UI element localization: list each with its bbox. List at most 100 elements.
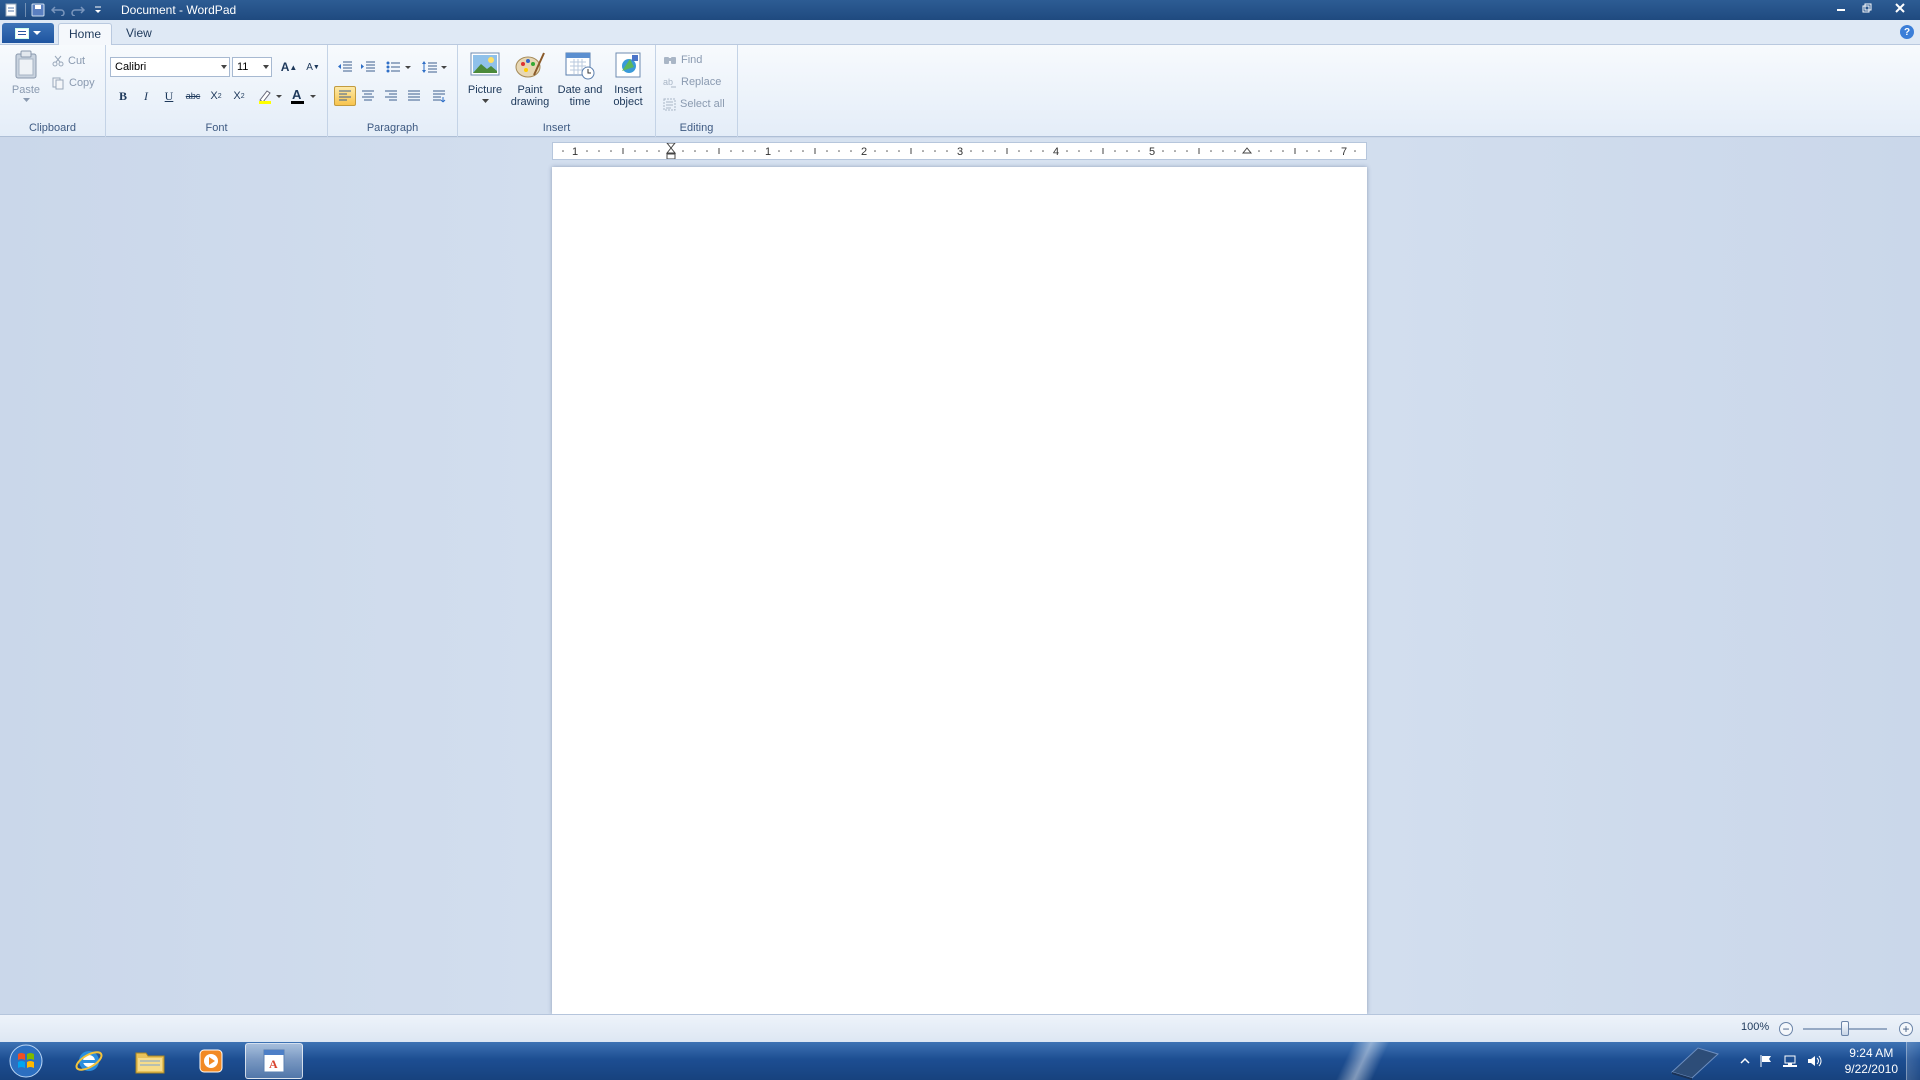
ruler-tick [1066, 150, 1068, 152]
ruler-number: 7 [1341, 146, 1347, 158]
italic-button[interactable]: I [135, 86, 157, 106]
ruler-number: 4 [1053, 146, 1059, 158]
bullets-button[interactable] [383, 57, 415, 77]
save-icon[interactable] [29, 2, 47, 18]
replace-button[interactable]: ab Replace [662, 73, 722, 91]
speaker-icon[interactable] [1807, 1054, 1823, 1068]
picture-button[interactable]: Picture [463, 49, 507, 119]
select-all-button[interactable]: Select all [662, 95, 726, 113]
right-indent-marker[interactable] [1241, 147, 1253, 154]
ruler-tick [742, 150, 744, 152]
tab-home[interactable]: Home [58, 23, 113, 46]
help-icon[interactable]: ? [1900, 25, 1914, 39]
minimize-icon[interactable] [1828, 0, 1854, 16]
status-bar: 100% − + [0, 1014, 1920, 1042]
application-menu-button[interactable] [2, 23, 54, 43]
insert-object-button[interactable]: Insert object [606, 49, 650, 119]
ruler-tick [1030, 150, 1032, 152]
clipboard-group-label: Clipboard [28, 122, 77, 134]
font-color-letter: A [292, 87, 302, 102]
find-button[interactable]: Find [662, 51, 703, 69]
ruler-tick [706, 150, 708, 152]
ruler-tick [682, 150, 684, 152]
ruler-tick [982, 150, 984, 152]
taskbar-glare [1290, 1042, 1430, 1080]
start-button[interactable] [6, 1044, 46, 1078]
cut-button[interactable]: Cut [51, 52, 86, 70]
font-color-button[interactable]: A [288, 86, 320, 106]
replace-icon: ab [663, 77, 676, 88]
justify-button[interactable] [403, 86, 425, 106]
tab-view[interactable]: View [116, 23, 162, 45]
paint-drawing-button[interactable]: Paint drawing [508, 49, 552, 119]
shrink-font-button[interactable]: A ▼ [302, 57, 324, 77]
paint-icon [515, 52, 545, 78]
find-label: Find [681, 54, 703, 66]
show-hidden-icons-chevron-icon[interactable] [1740, 1056, 1750, 1066]
taskbar-media-player[interactable] [182, 1043, 240, 1079]
customize-qat-icon[interactable] [89, 2, 107, 18]
ruler-tick [1126, 150, 1128, 152]
font-color-icon: A [291, 87, 316, 104]
copy-button[interactable]: Copy [51, 74, 96, 92]
superscript-button[interactable]: X2 [228, 86, 250, 106]
editing-group-label: Editing [679, 122, 714, 134]
grow-font-button[interactable]: A ▲ [278, 57, 300, 77]
taskbar-file-explorer[interactable] [121, 1043, 179, 1079]
ruler-tick [1138, 150, 1140, 152]
flag-icon[interactable] [1759, 1054, 1773, 1068]
undo-icon[interactable] [49, 2, 67, 18]
ruler-tick [1258, 150, 1260, 152]
increase-indent-icon [361, 61, 375, 72]
date-and-time-button[interactable]: Date and time [555, 49, 605, 119]
taskbar-wordpad[interactable]: A [245, 1043, 303, 1079]
zoom-in-button[interactable]: + [1899, 1022, 1913, 1036]
media-player-icon [199, 1049, 223, 1073]
ruler-tick [1306, 150, 1308, 152]
paragraph-dialog-button[interactable] [428, 86, 450, 106]
highlight-color-button[interactable] [254, 86, 286, 106]
font-size-combo[interactable]: 11 [232, 57, 272, 77]
font-family-value: Calibri [115, 61, 147, 73]
network-icon[interactable] [1782, 1054, 1798, 1068]
decrease-indent-button[interactable] [334, 57, 356, 77]
taskbar-internet-explorer[interactable] [60, 1043, 118, 1079]
clock[interactable]: 9:24 AM 9/22/2010 [1845, 1045, 1898, 1077]
taskbar-desk-gadget[interactable] [1668, 1042, 1722, 1080]
svg-text:ab: ab [663, 77, 673, 87]
align-right-button[interactable] [380, 86, 402, 106]
ruler-tick [790, 150, 792, 152]
wordpad-app-icon[interactable] [2, 2, 20, 18]
font-family-combo[interactable]: Calibri [110, 57, 230, 77]
line-spacing-button[interactable] [419, 57, 451, 77]
zoom-out-button[interactable]: − [1779, 1022, 1793, 1036]
align-center-button[interactable] [357, 86, 379, 106]
datetime-label-line1: Date and [557, 84, 603, 96]
align-right-icon [385, 90, 397, 101]
underline-button[interactable]: U [158, 86, 180, 106]
system-tray [1740, 1042, 1823, 1080]
left-indent-marker[interactable] [665, 142, 677, 160]
align-left-button[interactable] [334, 86, 356, 106]
paste-button[interactable]: Paste [6, 49, 46, 119]
document-page[interactable] [552, 167, 1367, 1014]
cut-label: Cut [68, 55, 86, 67]
calendar-icon [565, 52, 595, 80]
ruler-tick [1162, 150, 1164, 152]
subscript-button[interactable]: X2 [205, 86, 227, 106]
show-desktop-button[interactable] [1906, 1042, 1920, 1080]
datetime-label-line2: time [569, 96, 591, 108]
ribbon-tab-row: Home View ? [0, 20, 1920, 46]
bold-button[interactable]: B [112, 86, 134, 106]
picture-label: Picture [467, 84, 503, 96]
strikethrough-button[interactable]: abc [182, 86, 204, 106]
redo-icon[interactable] [69, 2, 87, 18]
subscript-label: X [210, 90, 218, 102]
close-icon[interactable] [1880, 0, 1920, 16]
ruler[interactable]: 1 1 2 3 4 5 7 [552, 142, 1367, 160]
zoom-slider-thumb[interactable] [1841, 1021, 1849, 1036]
paint-label-line1: Paint [517, 84, 543, 96]
increase-indent-button[interactable] [357, 57, 379, 77]
maximize-icon[interactable] [1854, 0, 1880, 16]
shrink-font-label: A [306, 61, 313, 73]
